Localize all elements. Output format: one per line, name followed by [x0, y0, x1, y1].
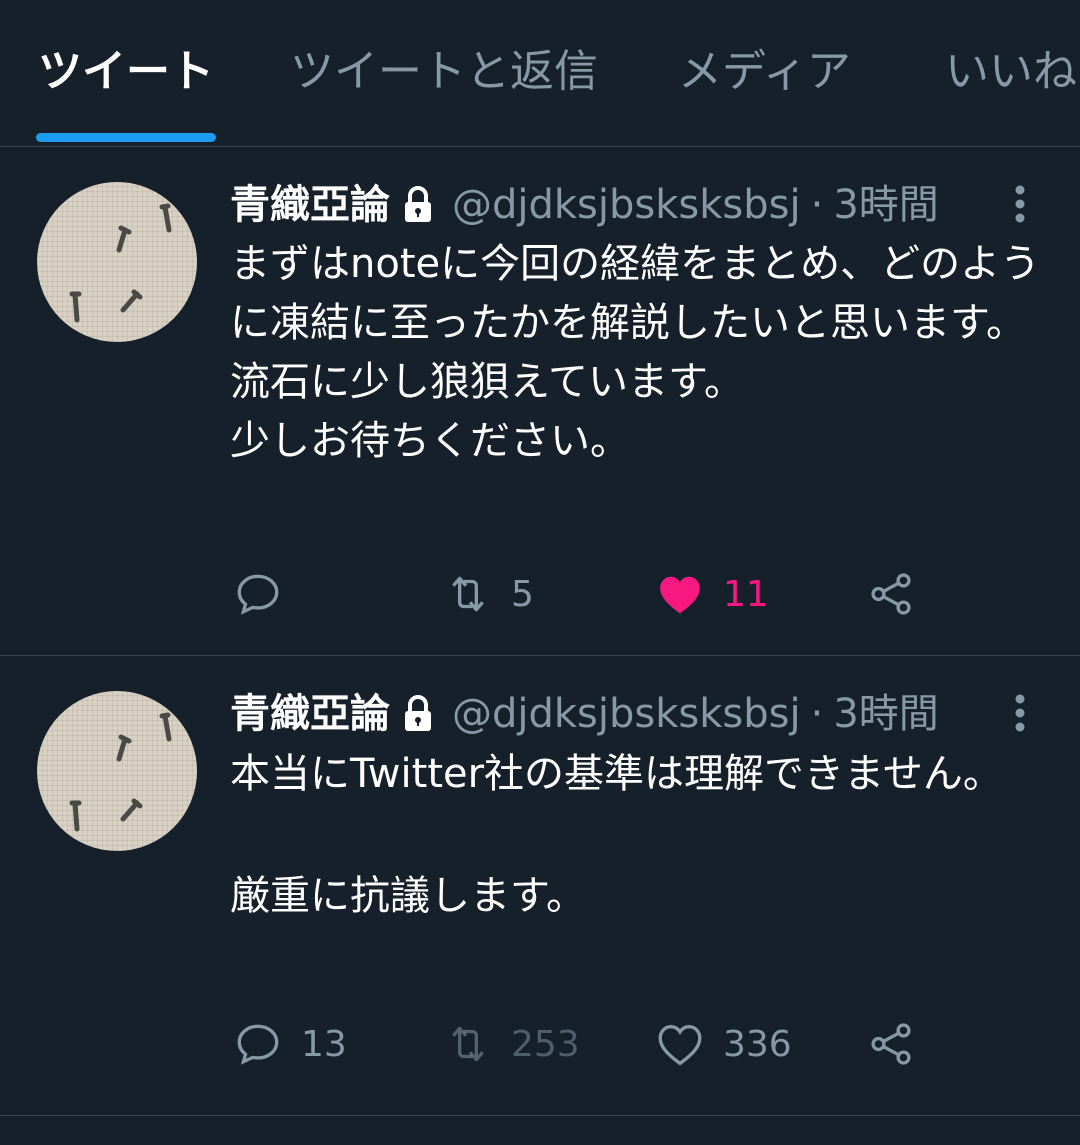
profile-tabs: ツイート ツイートと返信 メディア いいね	[0, 0, 1080, 147]
like-button[interactable]: 336	[655, 1014, 792, 1074]
avatar-image	[69, 712, 172, 832]
like-count: 336	[723, 1023, 792, 1065]
header-separator: ·	[810, 182, 824, 228]
user-handle[interactable]: @djdksjbsksksbsj	[452, 688, 801, 740]
reply-icon	[237, 574, 279, 615]
tweet-timestamp[interactable]: 3時間	[833, 688, 938, 740]
lock-icon	[398, 179, 438, 231]
avatar[interactable]	[37, 182, 197, 342]
tab-tweets-and-replies[interactable]: ツイートと返信	[290, 42, 598, 102]
retweet-count: 5	[511, 573, 534, 615]
tab-media[interactable]: メディア	[678, 42, 851, 102]
share-icon	[871, 1023, 911, 1065]
tweet-text: まずはnoteに今回の経緯をまとめ、どのように凍結に至ったかを解説したいと思いま…	[230, 241, 1041, 464]
display-name[interactable]: 青織亞論	[230, 179, 390, 231]
share-button[interactable]	[866, 564, 916, 624]
more-vertical-icon[interactable]	[1005, 179, 1035, 231]
avatar[interactable]	[37, 691, 197, 851]
reply-button[interactable]: 13	[233, 1014, 347, 1074]
lock-icon	[398, 688, 438, 740]
active-tab-indicator	[36, 133, 216, 142]
share-button[interactable]	[866, 1014, 916, 1074]
retweet-button[interactable]: 5	[443, 564, 534, 624]
more-vertical-icon[interactable]	[1005, 688, 1035, 740]
reply-button[interactable]	[233, 564, 301, 624]
display-name[interactable]: 青織亞論	[230, 688, 390, 740]
tweet-header: 青織亞論 @djdksjbsksksbsj · 3時間	[230, 179, 939, 231]
user-handle[interactable]: @djdksjbsksksbsj	[452, 179, 801, 231]
tweet-item[interactable]: 青織亞論 @djdksjbsksksbsj · 3時間 本当にTwitter社の…	[0, 656, 1080, 1115]
header-separator: ·	[810, 691, 824, 737]
like-button[interactable]: 11	[655, 564, 769, 624]
retweet-icon	[452, 1026, 484, 1062]
retweet-icon	[452, 576, 484, 612]
tweet-actions: 13 253 336	[0, 1014, 1080, 1074]
retweet-button[interactable]: 253	[443, 1014, 580, 1074]
tweet-timestamp[interactable]: 3時間	[833, 179, 938, 231]
avatar-image	[69, 203, 172, 323]
heart-icon	[660, 576, 700, 614]
tab-tweets[interactable]: ツイート	[38, 42, 214, 102]
tweet-actions: 5 11	[0, 564, 1080, 624]
retweet-count: 253	[511, 1023, 580, 1065]
tweet-text: 本当にTwitter社の基準は理解できません。 厳重に抗議します。	[230, 751, 1003, 919]
tweet-divider	[0, 1115, 1080, 1116]
tweet-item[interactable]: 青織亞論 @djdksjbsksksbsj · 3時間 まずはnoteに今回の経…	[0, 147, 1080, 654]
tab-likes[interactable]: いいね	[945, 42, 1077, 102]
share-icon	[871, 573, 911, 615]
like-count: 11	[723, 573, 769, 615]
reply-count: 13	[301, 1023, 347, 1065]
heart-icon	[658, 1025, 702, 1066]
tweet-header: 青織亞論 @djdksjbsksksbsj · 3時間	[230, 688, 939, 740]
reply-icon	[237, 1024, 279, 1065]
